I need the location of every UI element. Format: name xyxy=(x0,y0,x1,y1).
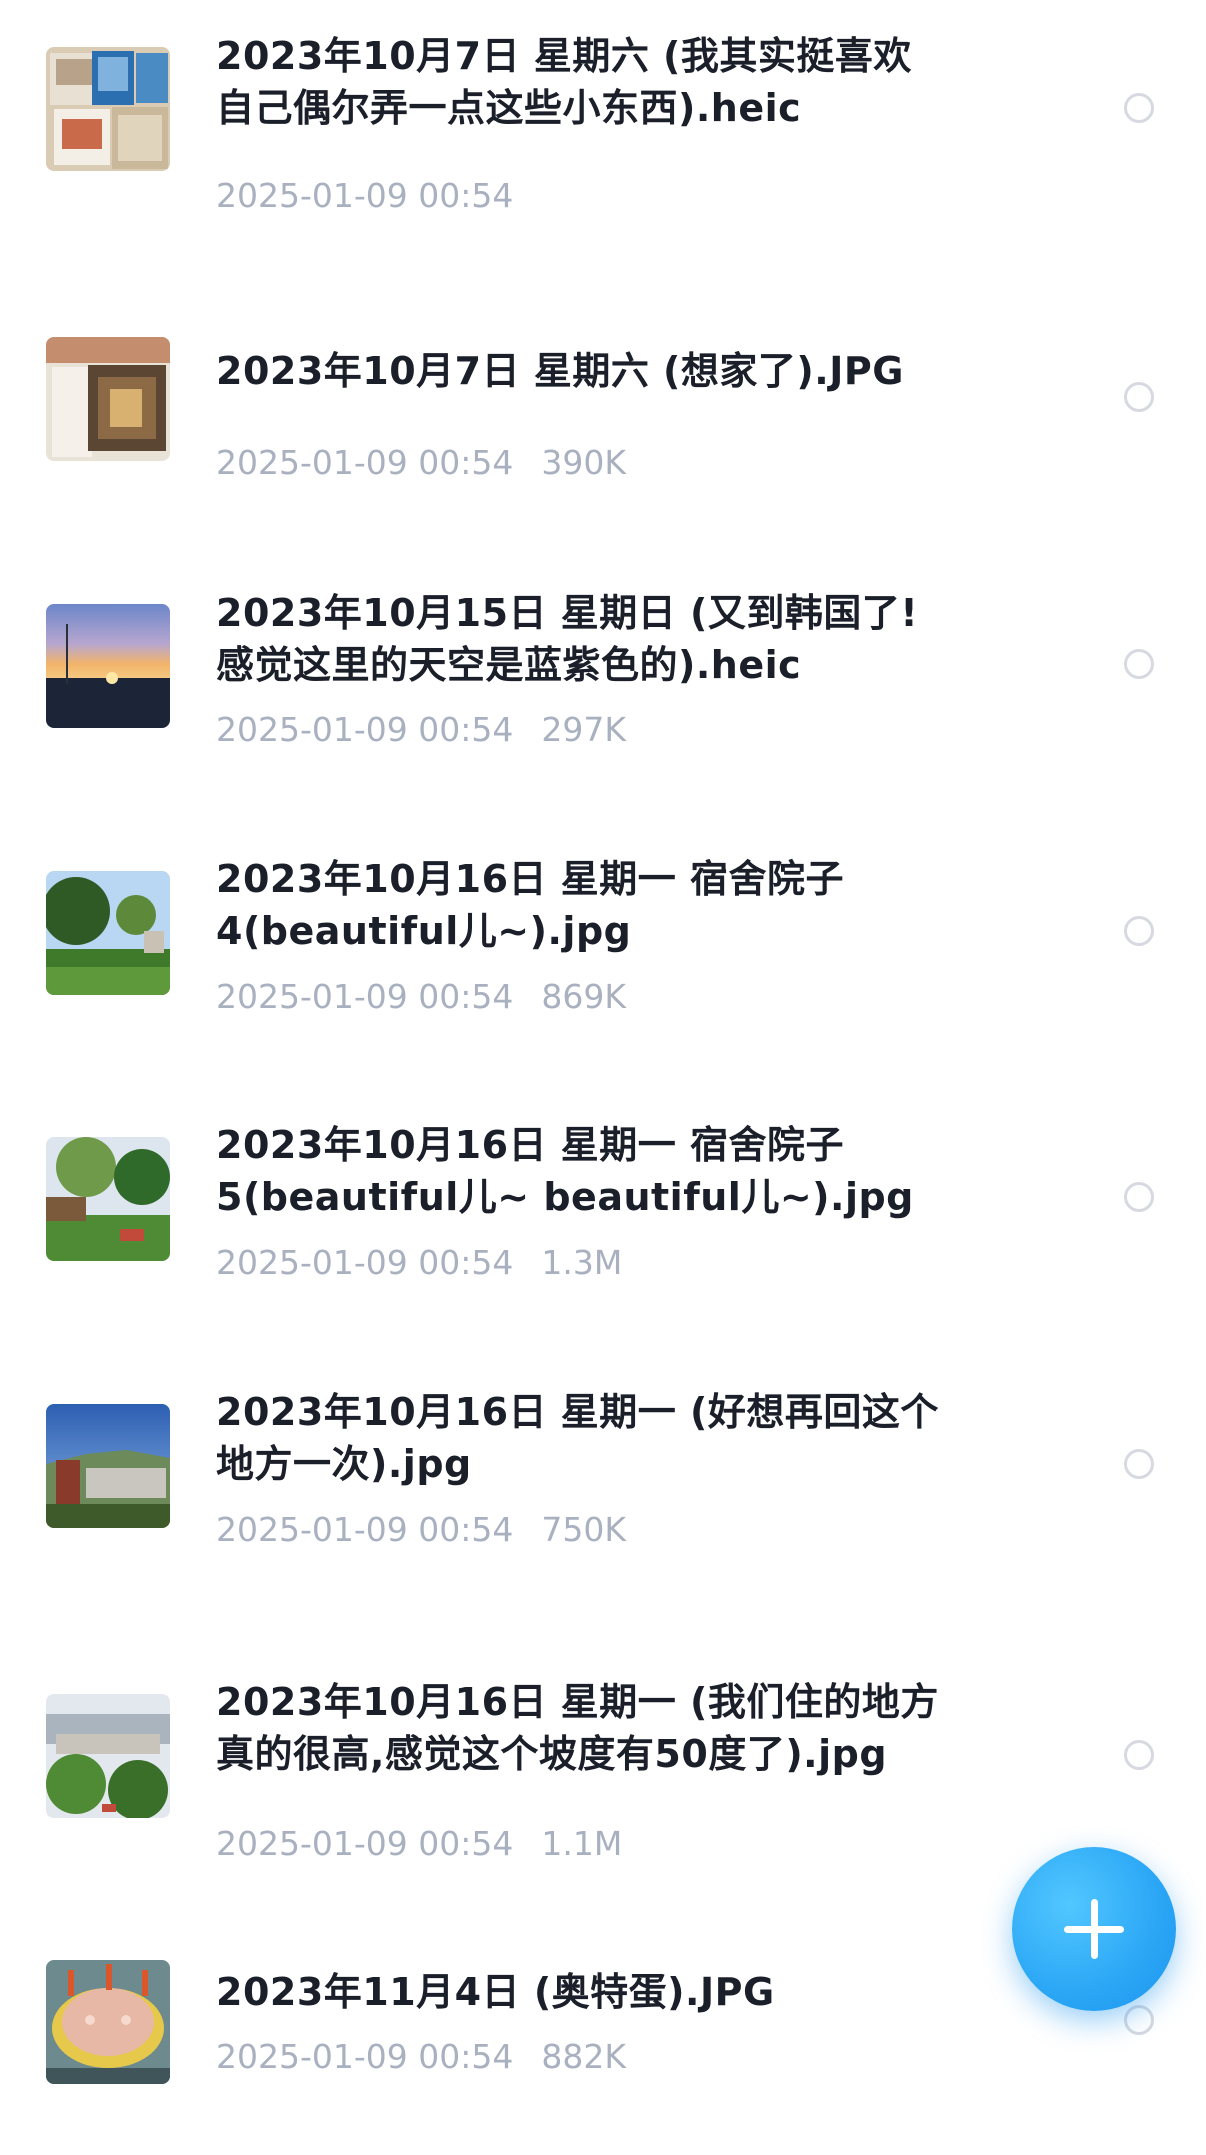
select-radio[interactable] xyxy=(1124,2005,1154,2035)
file-name: 2023年11月4日 (奥特蛋).JPG xyxy=(216,1970,775,2014)
city-view-thumbnail xyxy=(46,1404,170,1528)
file-size: 297K xyxy=(541,710,627,749)
select-radio[interactable] xyxy=(1124,1740,1154,1770)
file-name: 2023年10月16日 星期一 宿舍院子 4(beautiful儿~).jpg xyxy=(216,857,844,953)
file-size: 1.3M xyxy=(541,1243,623,1282)
file-name: 2023年10月7日 星期六 (想家了).JPG xyxy=(216,349,904,393)
select-radio[interactable] xyxy=(1124,382,1154,412)
garden-thumbnail xyxy=(46,871,170,995)
file-size: 390K xyxy=(541,443,627,482)
file-date: 2025-01-09 00:54 xyxy=(216,2037,514,2076)
toy-egg-thumbnail xyxy=(46,1960,170,2084)
file-name: 2023年10月16日 星期一 宿舍院子 5(beautiful儿~ beaut… xyxy=(216,1123,914,1219)
file-date: 2025-01-09 00:54 xyxy=(216,710,514,749)
file-meta: 2025-01-09 00:54 1.3M xyxy=(216,1243,622,1283)
file-meta: 2025-01-09 00:54 390K xyxy=(216,443,626,483)
file-meta: 2025-01-09 00:54 869K xyxy=(216,977,626,1017)
file-size: 1.1M xyxy=(541,1824,623,1863)
file-size: 869K xyxy=(541,977,627,1016)
garden-tree-thumbnail xyxy=(46,1137,170,1261)
file-size: 882K xyxy=(541,2037,627,2076)
file-meta: 2025-01-09 00:54 297K xyxy=(216,710,626,750)
photo-collage-thumbnail xyxy=(46,47,170,171)
file-name: 2023年10月16日 星期一 (好想再回这个 地方一次).jpg xyxy=(216,1390,939,1486)
hillside-town-thumbnail xyxy=(46,1694,170,1818)
file-date: 2025-01-09 00:54 xyxy=(216,443,514,482)
select-radio[interactable] xyxy=(1124,93,1154,123)
file-size: 750K xyxy=(541,1510,627,1549)
file-date: 2025-01-09 00:54 xyxy=(216,1243,514,1282)
select-radio[interactable] xyxy=(1124,649,1154,679)
select-radio[interactable] xyxy=(1124,1449,1154,1479)
file-meta: 2025-01-09 00:54 750K xyxy=(216,1510,626,1550)
sunset-sky-thumbnail xyxy=(46,604,170,728)
file-name: 2023年10月15日 星期日 (又到韩国了! 感觉这里的天空是蓝紫色的).he… xyxy=(216,591,919,687)
select-radio[interactable] xyxy=(1124,916,1154,946)
add-file-button[interactable] xyxy=(1012,1847,1176,2011)
photo-frame-thumbnail xyxy=(46,337,170,461)
file-date: 2025-01-09 00:54 xyxy=(216,176,514,215)
file-meta: 2025-01-09 00:54 xyxy=(216,176,541,216)
file-meta: 2025-01-09 00:54 1.1M xyxy=(216,1824,622,1864)
select-radio[interactable] xyxy=(1124,1182,1154,1212)
file-date: 2025-01-09 00:54 xyxy=(216,1510,514,1549)
file-name: 2023年10月7日 星期六 (我其实挺喜欢 自己偶尔弄一点这些小东西).hei… xyxy=(216,34,912,130)
file-name: 2023年10月16日 星期一 (我们住的地方 真的很高,感觉这个坡度有50度了… xyxy=(216,1680,939,1776)
file-meta: 2025-01-09 00:54 882K xyxy=(216,2037,626,2077)
file-date: 2025-01-09 00:54 xyxy=(216,1824,514,1863)
file-date: 2025-01-09 00:54 xyxy=(216,977,514,1016)
